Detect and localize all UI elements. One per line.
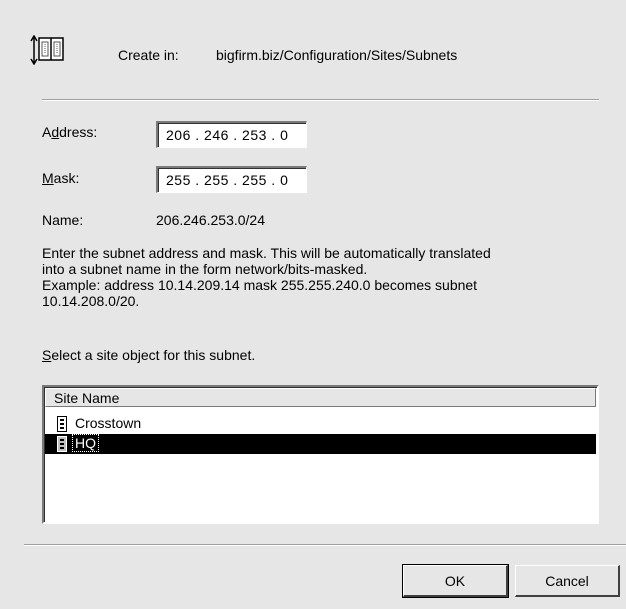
site-list[interactable]: Site Name Crosstown HQ [42, 385, 599, 524]
list-item-label: HQ [72, 434, 99, 452]
description-line: 10.14.208.0/20. [42, 293, 140, 309]
address-label: Address: [42, 124, 98, 140]
address-field[interactable]: 206 . 246 . 253 . 0 [156, 121, 307, 148]
column-header-site-name[interactable]: Site Name [45, 388, 596, 407]
description-line: Example: address 10.14.209.14 mask 255.2… [42, 277, 478, 293]
create-in-path: bigfirm.biz/Configuration/Sites/Subnets [216, 47, 458, 63]
site-icon [57, 436, 67, 452]
description-line: into a subnet name in the form network/b… [42, 261, 368, 277]
list-item-hq[interactable]: HQ [45, 434, 596, 454]
name-label: Name: [42, 212, 84, 228]
create-in-label: Create in: [118, 47, 179, 63]
mask-field[interactable]: 255 . 255 . 255 . 0 [156, 166, 307, 193]
description-text: Enter the subnet address and mask. This … [42, 245, 562, 309]
description-line: Enter the subnet address and mask. This … [42, 245, 491, 261]
mask-label: Mask: [42, 170, 80, 186]
subnet-icon [29, 34, 91, 66]
footer-separator [24, 544, 626, 546]
ok-button[interactable]: OK [402, 564, 509, 598]
cancel-button[interactable]: Cancel [515, 565, 620, 597]
list-item-crosstown[interactable]: Crosstown [45, 414, 596, 434]
site-prompt-label: Select a site object for this subnet. [42, 347, 256, 363]
site-icon [57, 416, 67, 432]
header-separator [42, 99, 599, 101]
subnet-name-value: 206.246.253.0/24 [156, 212, 265, 228]
list-item-label: Crosstown [75, 415, 142, 431]
